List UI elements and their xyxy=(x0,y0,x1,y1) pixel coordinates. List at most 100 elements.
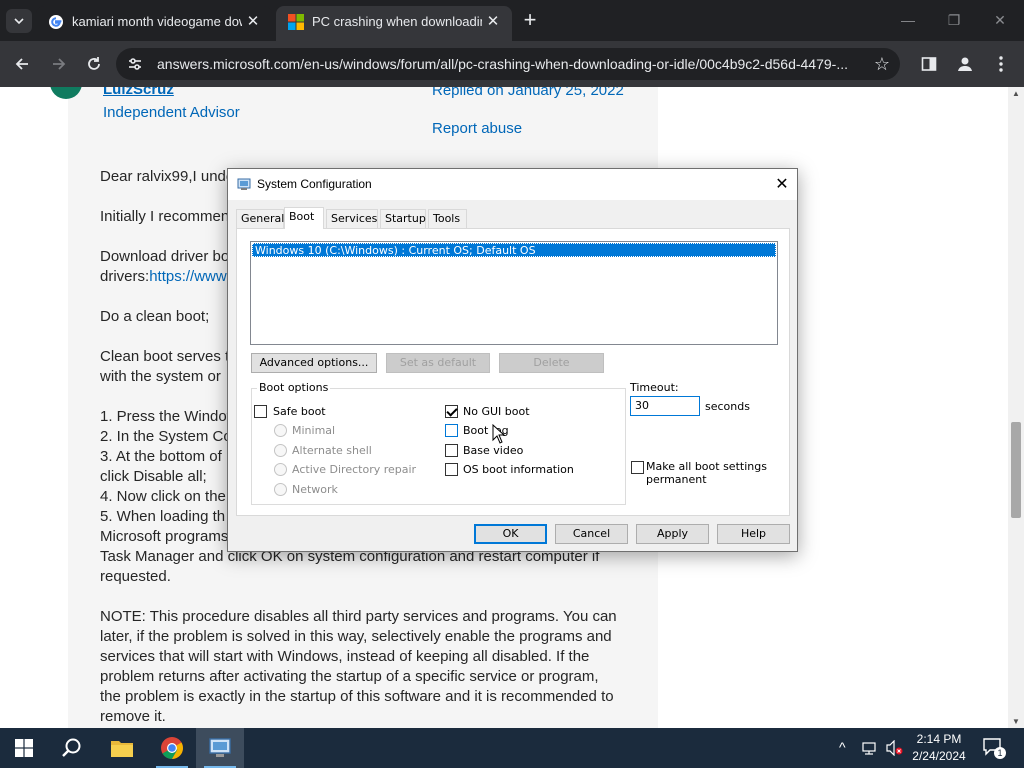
dialog-titlebar[interactable]: System Configuration ✕ xyxy=(228,169,797,200)
chrome-icon xyxy=(161,737,183,759)
safe-boot-label[interactable]: Safe boot xyxy=(273,405,326,418)
forward-arrow-icon xyxy=(53,58,66,70)
drivers-link[interactable]: https://www xyxy=(149,268,227,285)
file-explorer-button[interactable] xyxy=(98,728,146,768)
timeout-input[interactable]: 30 xyxy=(630,396,700,416)
reply-date: Replied on January 25, 2022 xyxy=(432,87,624,99)
minimal-radio[interactable] xyxy=(274,424,287,437)
tab-kamiari[interactable]: kamiari month videogame dow ✕ xyxy=(36,6,272,41)
system-configuration-dialog: System Configuration ✕ General Boot Serv… xyxy=(227,168,798,552)
profile-icon xyxy=(958,57,972,71)
scrollbar-thumb[interactable] xyxy=(1011,422,1021,518)
profile-button[interactable] xyxy=(952,51,978,77)
post-line: problem returns after activating the sta… xyxy=(100,668,599,685)
browser-tabstrip: kamiari month videogame dow ✕ PC crashin… xyxy=(0,0,1024,41)
system-configuration-taskbar-button[interactable] xyxy=(196,728,244,768)
browser-menu-button[interactable] xyxy=(988,51,1014,77)
reload-button[interactable] xyxy=(81,51,107,77)
author-name[interactable]: LuizScruz xyxy=(103,87,174,98)
os-boot-information-label[interactable]: OS boot information xyxy=(463,463,574,476)
os-list[interactable]: Windows 10 (C:\Windows) : Current OS; De… xyxy=(250,241,778,345)
post-line: Microsoft programs xyxy=(100,528,229,545)
tab-search-button[interactable] xyxy=(6,9,32,33)
clock-date: 2/24/2024 xyxy=(912,749,966,763)
taskbar-clock[interactable]: 2:14 PM 2/24/2024 xyxy=(906,731,972,765)
safe-boot-checkbox[interactable] xyxy=(254,405,267,418)
forward-button[interactable] xyxy=(46,51,72,77)
ok-button[interactable]: OK xyxy=(474,524,547,544)
network-radio[interactable] xyxy=(274,483,287,496)
notification-center-button[interactable]: 1 xyxy=(982,737,1008,759)
timeout-label: Timeout: xyxy=(630,381,679,394)
tab-tools[interactable]: Tools xyxy=(428,209,467,228)
tab-general[interactable]: General xyxy=(236,209,284,228)
post-line: 4. Now click on the xyxy=(100,488,226,505)
post-line: 3. At the bottom of xyxy=(100,448,222,465)
minimize-button[interactable]: — xyxy=(886,6,930,34)
tab-pc-crashing[interactable]: PC crashing when downloading ✕ xyxy=(276,6,512,41)
back-arrow-icon xyxy=(15,58,28,70)
microsoft-logo-icon xyxy=(288,14,304,30)
search-button[interactable] xyxy=(48,728,96,768)
tab-boot[interactable]: Boot xyxy=(284,207,324,229)
tune-icon[interactable] xyxy=(126,55,144,73)
boot-log-checkbox[interactable] xyxy=(445,424,458,437)
os-list-item[interactable]: Windows 10 (C:\Windows) : Current OS; De… xyxy=(252,243,776,257)
post-line: remove it. xyxy=(100,708,166,725)
star-icon[interactable]: ☆ xyxy=(874,53,890,75)
post-line: Dear ralvix99,I unde xyxy=(100,168,235,185)
mouse-cursor-icon xyxy=(492,424,506,444)
post-line: Do a clean boot; xyxy=(100,308,210,325)
alternate-shell-radio[interactable] xyxy=(274,444,287,457)
report-abuse-link[interactable]: Report abuse xyxy=(432,120,522,137)
make-permanent-label-line2[interactable]: permanent xyxy=(646,473,707,486)
tab-title: kamiari month videogame dow xyxy=(72,14,242,29)
author-role: Independent Advisor xyxy=(103,104,240,121)
chrome-button[interactable] xyxy=(148,728,196,768)
help-button[interactable]: Help xyxy=(717,524,790,544)
page-scrollbar[interactable]: ▲ ▼ xyxy=(1008,87,1024,728)
make-permanent-checkbox[interactable] xyxy=(631,461,644,474)
advanced-options-button[interactable]: Advanced options... xyxy=(251,353,377,373)
base-video-label[interactable]: Base video xyxy=(463,444,523,457)
url-text[interactable]: answers.microsoft.com/en-us/windows/foru… xyxy=(157,56,867,72)
post-line: services that will start with Windows, i… xyxy=(100,648,590,665)
close-tab-icon[interactable]: ✕ xyxy=(244,12,262,32)
side-panel-button[interactable] xyxy=(916,51,942,77)
restore-button[interactable]: ❐ xyxy=(932,6,976,34)
search-icon xyxy=(62,738,81,757)
tab-services[interactable]: Services xyxy=(326,209,378,228)
dialog-close-icon[interactable]: ✕ xyxy=(767,169,797,199)
post-line: 1. Press the Window xyxy=(100,408,238,425)
close-tab-icon[interactable]: ✕ xyxy=(484,12,502,32)
address-bar[interactable]: answers.microsoft.com/en-us/windows/foru… xyxy=(116,48,900,80)
post-line: Clean boot serves t xyxy=(100,348,230,365)
base-video-checkbox[interactable] xyxy=(445,444,458,457)
scroll-up-icon[interactable]: ▲ xyxy=(1012,89,1020,98)
new-tab-button[interactable]: + xyxy=(518,8,542,32)
back-button[interactable] xyxy=(9,51,35,77)
set-as-default-button[interactable]: Set as default xyxy=(386,353,490,373)
os-boot-information-checkbox[interactable] xyxy=(445,463,458,476)
make-permanent-label-line1[interactable]: Make all boot settings xyxy=(646,460,767,473)
start-button[interactable] xyxy=(0,728,48,768)
post-line: the problem is exactly in the startup of… xyxy=(100,688,614,705)
active-directory-repair-radio[interactable] xyxy=(274,463,287,476)
start-icon xyxy=(15,739,33,757)
no-gui-boot-checkbox[interactable] xyxy=(445,405,458,418)
post-line: Initially I recommen xyxy=(100,208,230,225)
tab-startup[interactable]: Startup xyxy=(380,209,426,228)
close-window-button[interactable]: ✕ xyxy=(978,6,1022,34)
network-label: Network xyxy=(292,483,338,496)
cancel-button[interactable]: Cancel xyxy=(555,524,628,544)
apply-button[interactable]: Apply xyxy=(636,524,709,544)
show-hidden-icons-icon[interactable]: ^ xyxy=(839,739,846,755)
scroll-down-icon[interactable]: ▼ xyxy=(1012,717,1020,726)
delete-button[interactable]: Delete xyxy=(499,353,604,373)
network-icon[interactable] xyxy=(862,740,880,756)
alternate-shell-label: Alternate shell xyxy=(292,444,372,457)
volume-muted-icon[interactable] xyxy=(886,740,904,756)
file-explorer-icon xyxy=(111,741,133,757)
no-gui-boot-label[interactable]: No GUI boot xyxy=(463,405,530,418)
boot-options-group: Boot options Safe boot Minimal Alternate… xyxy=(251,381,626,505)
